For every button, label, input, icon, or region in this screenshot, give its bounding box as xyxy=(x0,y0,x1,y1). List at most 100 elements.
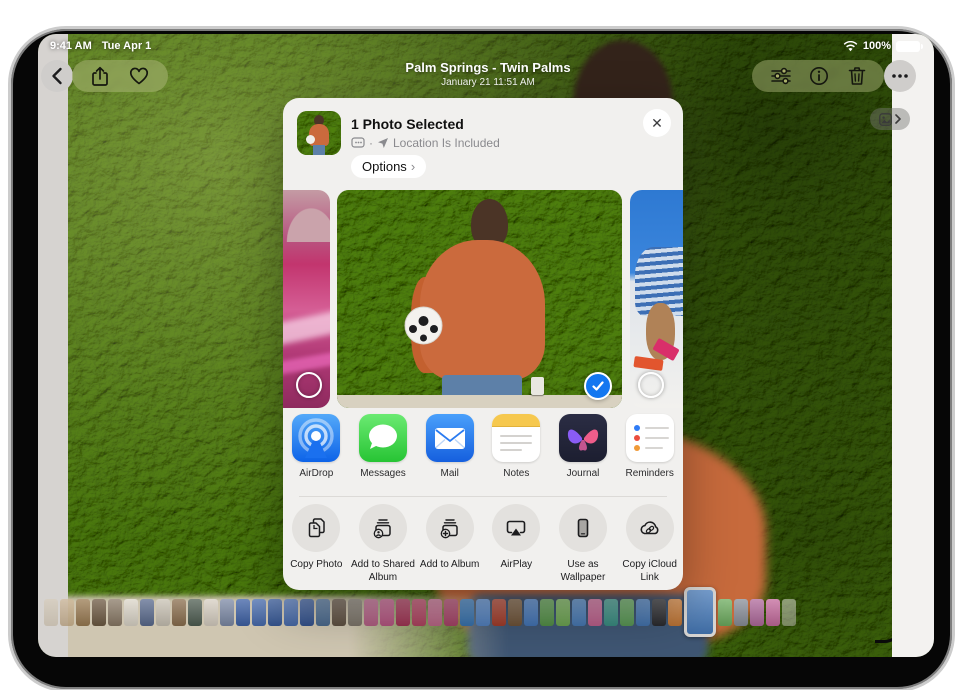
reminders-icon xyxy=(626,414,674,462)
filmstrip-thumb[interactable] xyxy=(718,599,732,626)
filmstrip-thumb[interactable] xyxy=(620,599,634,626)
left-toolbar xyxy=(72,60,168,92)
more-button[interactable] xyxy=(884,60,916,92)
options-label: Options xyxy=(362,159,407,174)
filmstrip-thumb[interactable] xyxy=(284,599,298,626)
filmstrip-thumb[interactable] xyxy=(220,599,234,626)
action-airplay[interactable]: AirPlay xyxy=(483,504,550,584)
share-target-mail[interactable]: Mail xyxy=(416,414,483,490)
filmstrip-thumb[interactable] xyxy=(348,599,362,626)
options-button[interactable]: Options › xyxy=(351,155,426,178)
app-label: Messages xyxy=(360,468,406,479)
filmstrip-thumb[interactable] xyxy=(766,599,780,626)
carousel-photo-previous[interactable] xyxy=(283,190,330,408)
filmstrip-thumb[interactable] xyxy=(782,599,796,626)
filmstrip-thumb[interactable] xyxy=(556,599,570,626)
filmstrip-thumb[interactable] xyxy=(124,599,138,626)
status-bar-left: 9:41 AM Tue Apr 1 xyxy=(50,40,151,52)
close-icon: ✕ xyxy=(651,115,663,132)
app-label: Reminders xyxy=(625,468,673,479)
filmstrip-thumb[interactable] xyxy=(508,599,522,626)
filmstrip-thumb[interactable] xyxy=(60,599,74,626)
filmstrip-thumb[interactable] xyxy=(572,599,586,626)
share-sheet-subtitle: · Location Is Included xyxy=(351,136,500,150)
chevron-right-icon: › xyxy=(411,159,415,174)
share-target-reminders[interactable]: Reminders xyxy=(616,414,683,490)
filmstrip-thumb[interactable] xyxy=(636,599,650,626)
filmstrip-thumb[interactable] xyxy=(316,599,330,626)
filmstrip-thumb[interactable] xyxy=(236,599,250,626)
photo-header: Palm Springs - Twin Palms January 21 11:… xyxy=(328,60,648,88)
mail-icon xyxy=(426,414,474,462)
filmstrip-thumb[interactable] xyxy=(750,599,764,626)
adjust-button[interactable] xyxy=(771,67,791,85)
share-button[interactable] xyxy=(91,66,109,87)
wifi-icon xyxy=(843,41,858,52)
app-label: Notes xyxy=(503,468,529,479)
share-target-journal[interactable]: Journal xyxy=(550,414,617,490)
select-circle-checked[interactable] xyxy=(584,372,612,400)
action-add-to-album[interactable]: Add to Album xyxy=(416,504,483,584)
airplay-icon xyxy=(505,517,527,539)
soccer-ball xyxy=(404,306,443,345)
carousel-photo-selected[interactable] xyxy=(337,190,622,408)
filmstrip-thumb[interactable] xyxy=(268,599,282,626)
filmstrip-thumb-selected[interactable] xyxy=(684,587,716,637)
action-copy-icloud-link[interactable]: Copy iCloud Link xyxy=(616,504,683,584)
filmstrip-thumb[interactable] xyxy=(604,599,618,626)
filmstrip-thumb[interactable] xyxy=(652,599,666,626)
filmstrip-thumb[interactable] xyxy=(188,599,202,626)
sheet-divider xyxy=(299,496,667,497)
heart-icon xyxy=(129,67,149,85)
filmstrip-thumb[interactable] xyxy=(668,599,682,626)
app-share-row: AirDrop Messages xyxy=(283,414,683,490)
favorite-button[interactable] xyxy=(129,67,149,85)
share-target-airdrop[interactable]: AirDrop xyxy=(283,414,350,490)
filmstrip-thumb[interactable] xyxy=(428,599,442,626)
filmstrip-thumb[interactable] xyxy=(396,599,410,626)
filmstrip-thumb[interactable] xyxy=(140,599,154,626)
filmstrip-thumb[interactable] xyxy=(734,599,748,626)
close-button[interactable]: ✕ xyxy=(643,109,671,137)
filmstrip-thumb[interactable] xyxy=(412,599,426,626)
filmstrip-thumb[interactable] xyxy=(444,599,458,626)
share-target-notes[interactable]: Notes xyxy=(483,414,550,490)
selected-photo-thumbnail xyxy=(297,111,341,155)
filmstrip-thumb[interactable] xyxy=(476,599,490,626)
share-target-messages[interactable]: Messages xyxy=(350,414,417,490)
filmstrip-thumb[interactable] xyxy=(524,599,538,626)
filmstrip-thumb[interactable] xyxy=(172,599,186,626)
filmstrip-thumb[interactable] xyxy=(364,599,378,626)
filmstrip-thumb[interactable] xyxy=(540,599,554,626)
caption-icon xyxy=(351,137,365,149)
filmstrip-thumb[interactable] xyxy=(156,599,170,626)
notes-icon xyxy=(492,414,540,462)
select-circle-unchecked[interactable] xyxy=(296,372,322,398)
action-copy-photo[interactable]: Copy Photo xyxy=(283,504,350,584)
back-button[interactable] xyxy=(41,60,73,92)
delete-button[interactable] xyxy=(848,66,866,86)
filmstrip[interactable] xyxy=(44,589,896,635)
filmstrip-thumb[interactable] xyxy=(460,599,474,626)
action-label: Add to Shared Album xyxy=(351,559,415,584)
action-row: Copy Photo Add to S xyxy=(283,504,683,584)
trash-icon xyxy=(848,66,866,86)
filmstrip-thumb[interactable] xyxy=(380,599,394,626)
filmstrip-thumb[interactable] xyxy=(332,599,346,626)
filmstrip-thumb[interactable] xyxy=(44,599,58,626)
filmstrip-thumb[interactable] xyxy=(108,599,122,626)
filmstrip-thumb[interactable] xyxy=(76,599,90,626)
app-label: AirDrop xyxy=(299,468,333,479)
action-add-to-shared-album[interactable]: Add to Shared Album xyxy=(350,504,417,584)
filmstrip-thumb[interactable] xyxy=(92,599,106,626)
filmstrip-thumb[interactable] xyxy=(204,599,218,626)
select-circle-unchecked[interactable] xyxy=(638,372,664,398)
action-use-as-wallpaper[interactable]: Use as Wallpaper xyxy=(550,504,617,584)
filmstrip-thumb[interactable] xyxy=(588,599,602,626)
filmstrip-thumb[interactable] xyxy=(300,599,314,626)
carousel-photo-next[interactable] xyxy=(630,190,683,408)
photo-peek-pill[interactable] xyxy=(870,108,910,130)
filmstrip-thumb[interactable] xyxy=(252,599,266,626)
info-button[interactable] xyxy=(809,66,829,86)
filmstrip-thumb[interactable] xyxy=(492,599,506,626)
